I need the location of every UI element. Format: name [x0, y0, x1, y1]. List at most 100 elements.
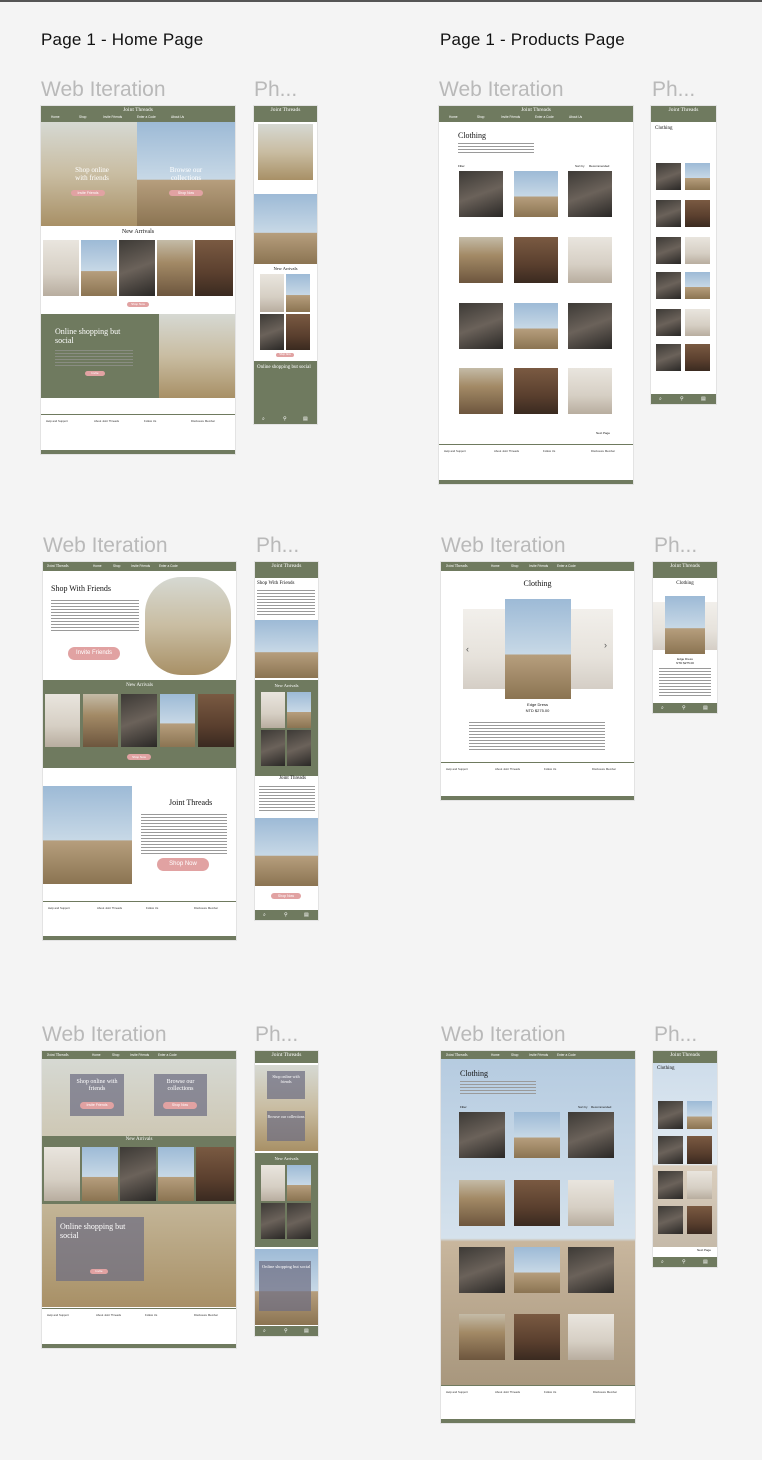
- arrival-image-2[interactable]: [81, 240, 117, 296]
- phone2-arrival-4[interactable]: [287, 730, 311, 766]
- products3-sort[interactable]: Sort by: [578, 1105, 588, 1109]
- arrival2-4[interactable]: [160, 694, 195, 747]
- phone-home-frame-2[interactable]: Joint Threads Shop With Friends New Arri…: [254, 561, 319, 921]
- hero3-shop-button[interactable]: Shop Now: [163, 1102, 197, 1109]
- frame-label-phone-home-3[interactable]: Ph...: [255, 1023, 298, 1047]
- arrival2-2[interactable]: [83, 694, 118, 747]
- product-image-9[interactable]: [568, 303, 612, 349]
- nav-shop[interactable]: Shop: [79, 115, 86, 119]
- phone-products-frame-2[interactable]: Joint Threads Clothing Edge Dress NTD $2…: [652, 561, 718, 714]
- frame-label-phone-home-1[interactable]: Ph...: [254, 78, 297, 102]
- pp3-product-5[interactable]: [658, 1171, 683, 1199]
- pp3-product-8[interactable]: [687, 1206, 712, 1234]
- phone2-arrival-3[interactable]: [261, 730, 285, 766]
- pp3-product-3[interactable]: [658, 1136, 683, 1164]
- hero-invite-button[interactable]: Invite Friends: [71, 190, 105, 196]
- products-nav-about[interactable]: About Us: [569, 115, 582, 119]
- p3nav-invite[interactable]: Invite Friends: [529, 1053, 548, 1057]
- arrival3-1[interactable]: [44, 1147, 80, 1201]
- invite-friends-button[interactable]: Invite Friends: [68, 647, 120, 660]
- frame-label-web-home-2[interactable]: Web Iteration: [43, 534, 168, 558]
- web-products-frame-2[interactable]: Joint Threads Home Shop Invite Friends E…: [440, 561, 635, 801]
- search-icon[interactable]: ⌕: [661, 705, 664, 711]
- nav2-shop[interactable]: Shop: [113, 564, 120, 568]
- phone-brand-title[interactable]: Joint Threads: [254, 107, 317, 113]
- p2nav-code[interactable]: Enter a Code: [557, 564, 576, 568]
- products-brand[interactable]: Joint Threads: [439, 107, 633, 113]
- nav2-invite[interactable]: Invite Friends: [131, 564, 150, 568]
- frame-label-web-products-1[interactable]: Web Iteration: [439, 78, 564, 102]
- pp3-product-7[interactable]: [658, 1206, 683, 1234]
- social3-invite-button[interactable]: Invite: [90, 1269, 108, 1274]
- p3-product-2[interactable]: [514, 1112, 560, 1158]
- product-image-5[interactable]: [514, 237, 558, 283]
- frame-label-web-products-2[interactable]: Web Iteration: [441, 534, 566, 558]
- products2-brand[interactable]: Joint Threads: [446, 563, 468, 568]
- phone-home-frame-3[interactable]: Joint Threads Shop online with friends B…: [254, 1050, 319, 1337]
- web-products-frame-3[interactable]: Joint Threads Home Shop Invite Friends E…: [440, 1050, 636, 1424]
- phone-products2-brand[interactable]: Joint Threads: [653, 563, 717, 569]
- phone-product-6[interactable]: [685, 237, 710, 264]
- arrival-image-1[interactable]: [43, 240, 79, 296]
- frame-label-web-products-3[interactable]: Web Iteration: [441, 1023, 566, 1047]
- products3-filter[interactable]: Filter: [460, 1105, 467, 1109]
- product-image-2[interactable]: [514, 171, 558, 217]
- search-icon[interactable]: ⌕: [263, 1328, 266, 1334]
- arrival2-1[interactable]: [45, 694, 80, 747]
- p3-product-7[interactable]: [459, 1247, 505, 1293]
- phone3-arrival-2[interactable]: [287, 1165, 311, 1201]
- phone-carousel-next[interactable]: [705, 602, 717, 650]
- product-image-7[interactable]: [459, 303, 503, 349]
- pp3-next-page[interactable]: Next Page: [697, 1248, 711, 1252]
- arrival3-4[interactable]: [158, 1147, 194, 1201]
- p3nav-home[interactable]: Home: [491, 1053, 500, 1057]
- p2nav-home[interactable]: Home: [491, 564, 500, 568]
- nav-home[interactable]: Home: [51, 115, 60, 119]
- nav3-code[interactable]: Enter a Code: [158, 1053, 177, 1057]
- product-image-1[interactable]: [459, 171, 503, 217]
- nav-about[interactable]: About Us: [171, 115, 184, 119]
- web-home-frame-2[interactable]: Joint Threads Home Shop Invite Friends E…: [42, 561, 237, 941]
- phone3-arrival-1[interactable]: [261, 1165, 285, 1201]
- product-image-12[interactable]: [568, 368, 612, 414]
- pp3-product-1[interactable]: [658, 1101, 683, 1129]
- p3-product-6[interactable]: [568, 1180, 614, 1226]
- search-icon[interactable]: ⌕: [659, 396, 662, 402]
- phone-product-11[interactable]: [656, 344, 681, 371]
- bag-icon[interactable]: ▤: [303, 416, 308, 422]
- nav2-home[interactable]: Home: [93, 564, 102, 568]
- arrival3-5[interactable]: [196, 1147, 234, 1201]
- phone2-arrival-2[interactable]: [287, 692, 311, 728]
- product-image-10[interactable]: [459, 368, 503, 414]
- phone-carousel-prev[interactable]: [653, 602, 665, 650]
- nav-code[interactable]: Enter a Code: [137, 115, 156, 119]
- p3-product-10[interactable]: [459, 1314, 505, 1360]
- next-page-link[interactable]: Next Page: [596, 431, 610, 435]
- nav3-invite[interactable]: Invite Friends: [130, 1053, 149, 1057]
- phone-arrival-1[interactable]: [260, 274, 284, 312]
- arrivals2-shop-button[interactable]: Shop Now: [127, 754, 151, 760]
- phone-product-4[interactable]: [685, 200, 710, 227]
- phone-product-1[interactable]: [656, 163, 681, 190]
- phone-product-7[interactable]: [656, 272, 681, 299]
- nav-invite[interactable]: Invite Friends: [103, 115, 122, 119]
- phone-product-9[interactable]: [656, 309, 681, 336]
- product-image-11[interactable]: [514, 368, 558, 414]
- pp3-product-6[interactable]: [687, 1171, 712, 1199]
- pp3-product-2[interactable]: [687, 1101, 712, 1129]
- p3-product-12[interactable]: [568, 1314, 614, 1360]
- search-icon[interactable]: ⌕: [661, 1259, 664, 1265]
- bag-icon[interactable]: ▤: [304, 912, 309, 918]
- nav3-shop[interactable]: Shop: [112, 1053, 119, 1057]
- featured-product-image[interactable]: [505, 599, 571, 699]
- frame-label-web-home-1[interactable]: Web Iteration: [41, 78, 166, 102]
- product-image-6[interactable]: [568, 237, 612, 283]
- phone3-arrival-3[interactable]: [261, 1203, 285, 1239]
- phone-arrival-4[interactable]: [286, 314, 310, 350]
- arrival2-5[interactable]: [198, 694, 234, 747]
- arrival3-3[interactable]: [120, 1147, 156, 1201]
- phone3-arrival-4[interactable]: [287, 1203, 311, 1239]
- products-nav-code[interactable]: Enter a Code: [535, 115, 554, 119]
- frame-label-phone-home-2[interactable]: Ph...: [256, 534, 299, 558]
- phone-products3-brand[interactable]: Joint Threads: [653, 1052, 717, 1058]
